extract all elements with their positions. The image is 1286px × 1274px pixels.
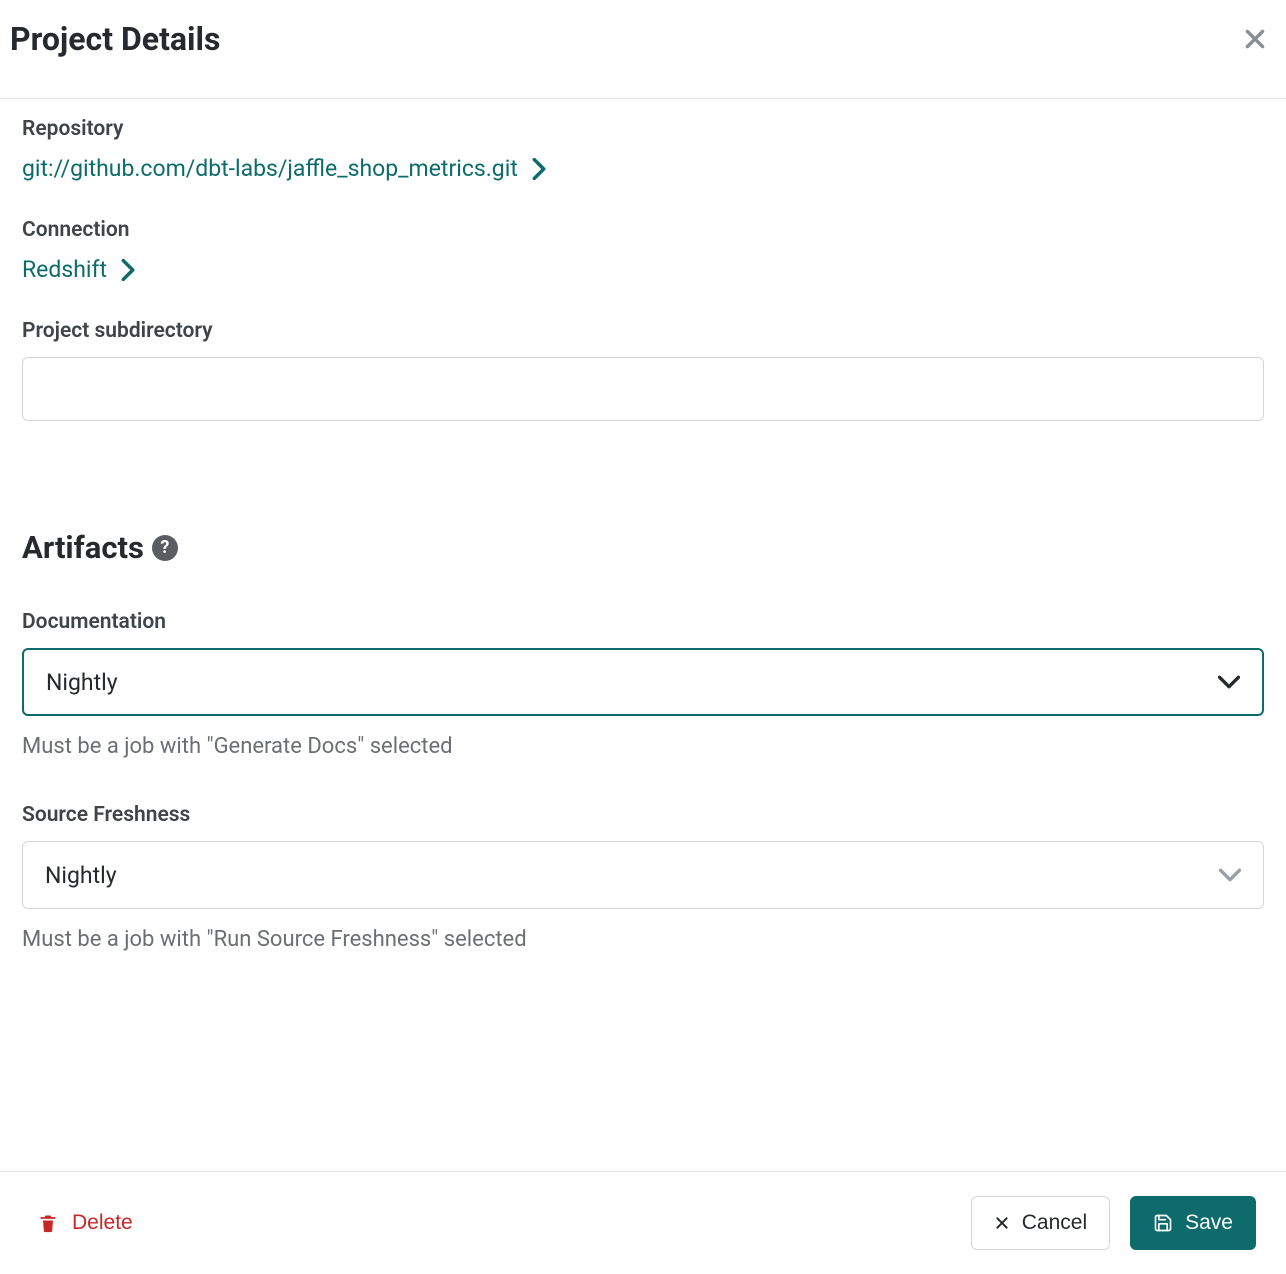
documentation-helper: Must be a job with "Generate Docs" selec… <box>22 734 1264 759</box>
chevron-down-icon <box>1218 675 1240 689</box>
save-icon <box>1153 1213 1173 1233</box>
help-icon[interactable]: ? <box>152 535 178 561</box>
chevron-right-icon <box>532 158 546 180</box>
connection-name: Redshift <box>22 256 107 283</box>
connection-link[interactable]: Redshift <box>22 256 1264 283</box>
source-freshness-selected: Nightly <box>45 862 117 889</box>
page-title: Project Details <box>10 20 220 58</box>
repository-url: git://github.com/dbt-labs/jaffle_shop_me… <box>22 155 518 182</box>
close-icon <box>994 1215 1010 1231</box>
chevron-down-icon <box>1219 868 1241 882</box>
source-freshness-helper: Must be a job with "Run Source Freshness… <box>22 927 1264 952</box>
modal-content: Repository git://github.com/dbt-labs/jaf… <box>0 117 1286 952</box>
cancel-button[interactable]: Cancel <box>971 1196 1110 1250</box>
footer-actions: Cancel Save <box>971 1196 1256 1250</box>
subdirectory-input[interactable] <box>22 357 1264 421</box>
repository-link[interactable]: git://github.com/dbt-labs/jaffle_shop_me… <box>22 155 1264 182</box>
repository-label: Repository <box>22 117 1264 141</box>
delete-label: Delete <box>72 1211 133 1235</box>
subdirectory-label: Project subdirectory <box>22 319 1264 343</box>
modal-footer: Delete Cancel Save <box>0 1171 1286 1274</box>
modal-header: Project Details <box>0 0 1286 99</box>
connection-label: Connection <box>22 218 1264 242</box>
delete-button[interactable]: Delete <box>30 1203 141 1243</box>
save-label: Save <box>1185 1211 1233 1235</box>
artifacts-heading: Artifacts ? <box>22 529 1264 566</box>
documentation-select[interactable]: Nightly <box>22 648 1264 716</box>
trash-icon <box>38 1212 58 1234</box>
chevron-right-icon <box>121 259 135 281</box>
documentation-label: Documentation <box>22 610 1264 634</box>
close-icon[interactable] <box>1242 26 1276 52</box>
artifacts-heading-text: Artifacts <box>22 529 144 566</box>
save-button[interactable]: Save <box>1130 1196 1256 1250</box>
cancel-label: Cancel <box>1022 1211 1087 1235</box>
source-freshness-label: Source Freshness <box>22 803 1264 827</box>
source-freshness-select[interactable]: Nightly <box>22 841 1264 909</box>
documentation-selected: Nightly <box>46 669 118 696</box>
